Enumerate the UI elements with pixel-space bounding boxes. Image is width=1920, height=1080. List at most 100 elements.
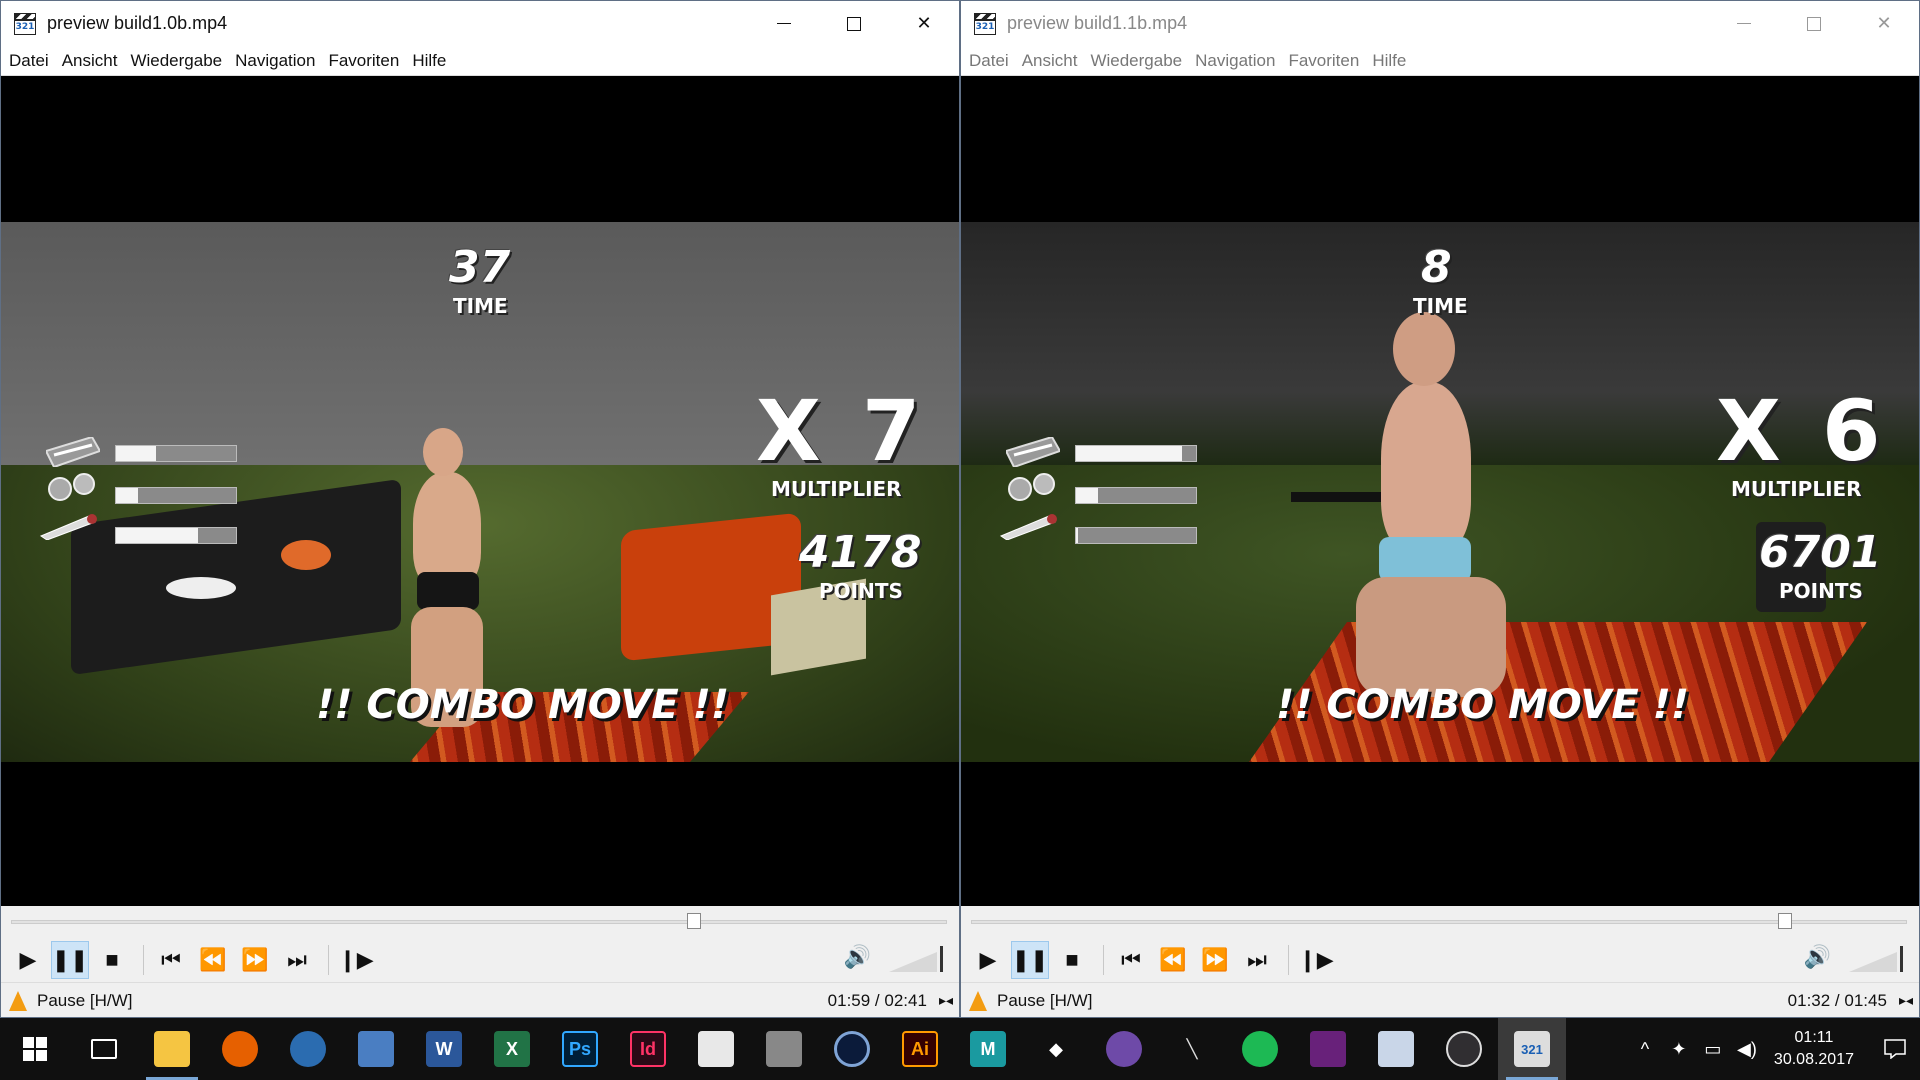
menu-wiedergabe[interactable]: Wiedergabe: [130, 51, 222, 71]
fast-forward-button[interactable]: ⏩: [1196, 941, 1234, 979]
menu-navigation[interactable]: Navigation: [1195, 51, 1275, 71]
play-button[interactable]: ▶: [969, 941, 1007, 979]
taskbar-illustrator[interactable]: Ai: [886, 1018, 954, 1080]
taskbar-maya[interactable]: M: [954, 1018, 1022, 1080]
menu-ansicht[interactable]: Ansicht: [1022, 51, 1078, 71]
scene-cushion: [166, 577, 236, 599]
next-button[interactable]: ⏭: [1238, 941, 1276, 979]
clock[interactable]: 01:11 30.08.2017: [1774, 1027, 1854, 1071]
frame-step-button[interactable]: ❙▶: [1297, 941, 1335, 979]
menu-wiedergabe[interactable]: Wiedergabe: [1090, 51, 1182, 71]
stop-button[interactable]: ■: [1053, 941, 1091, 979]
volume-icon[interactable]: ◀): [1730, 1039, 1764, 1060]
time-label: TIME: [1413, 294, 1468, 318]
action-center-button[interactable]: [1870, 1018, 1920, 1080]
previous-button[interactable]: ⏮: [1112, 941, 1150, 979]
taskbar-visual-studio[interactable]: [1294, 1018, 1362, 1080]
task-view-button[interactable]: [70, 1018, 138, 1080]
next-icon: ⏭: [1247, 947, 1267, 972]
seek-bar[interactable]: [11, 913, 947, 929]
pause-button[interactable]: ❚❚: [1011, 941, 1049, 979]
close-button[interactable]: ✕: [1849, 1, 1919, 46]
menu-ansicht[interactable]: Ansicht: [62, 51, 118, 71]
paint-icon: [698, 1031, 734, 1067]
volume-knob[interactable]: [1900, 946, 1903, 972]
mpc-app-icon: 321: [13, 12, 39, 36]
pause-button[interactable]: ❚❚: [51, 941, 89, 979]
menu-hilfe[interactable]: Hilfe: [412, 51, 446, 71]
inventory-bar-fill: [1076, 488, 1098, 503]
seek-handle[interactable]: [1777, 913, 1792, 929]
taskbar-app-grey[interactable]: [750, 1018, 818, 1080]
menu-navigation[interactable]: Navigation: [235, 51, 315, 71]
maximize-button[interactable]: [819, 1, 889, 46]
start-button[interactable]: [0, 1018, 70, 1080]
illustrator-icon: Ai: [902, 1031, 938, 1067]
volume-knob[interactable]: [940, 946, 943, 972]
dropbox-icon[interactable]: ✦: [1662, 1039, 1696, 1060]
close-button[interactable]: ✕: [889, 1, 959, 46]
taskbar-indesign[interactable]: Id: [614, 1018, 682, 1080]
player-window-left[interactable]: 321 preview build1.0b.mp4 ✕ Datei Ansich…: [0, 0, 960, 1018]
taskbar-firefox[interactable]: [206, 1018, 274, 1080]
next-button[interactable]: ⏭: [278, 941, 316, 979]
pills-icon: [46, 472, 100, 502]
taskbar-unity[interactable]: ◆: [1022, 1018, 1090, 1080]
minimize-button[interactable]: [749, 1, 819, 46]
combo-banner: !! COMBO MOVE !!: [316, 682, 730, 728]
taskbar-spotify[interactable]: [1226, 1018, 1294, 1080]
resize-grip-icon[interactable]: ▸◂: [1899, 992, 1913, 1009]
resize-grip-icon[interactable]: ▸◂: [939, 992, 953, 1009]
menu-favoriten[interactable]: Favoriten: [328, 51, 399, 71]
time-value: 8: [1421, 242, 1452, 293]
rewind-button[interactable]: ⏪: [1154, 941, 1192, 979]
play-button[interactable]: ▶: [9, 941, 47, 979]
stop-button[interactable]: ■: [93, 941, 131, 979]
playback-controls: ▶ ❚❚ ■ ⏮ ⏪ ⏩ ⏭ ❙▶ 🔊: [961, 906, 1919, 982]
taskbar-file-explorer[interactable]: [138, 1018, 206, 1080]
taskbar-thunderbird[interactable]: [274, 1018, 342, 1080]
indesign-icon: Id: [630, 1031, 666, 1067]
points-label: POINTS: [819, 579, 903, 603]
remote-desktop-icon: [358, 1031, 394, 1067]
windows-logo-icon: [23, 1037, 47, 1061]
multiplier-value: X 6: [1716, 382, 1887, 480]
taskbar-mpc-player[interactable]: 321: [1498, 1018, 1566, 1080]
minimize-button[interactable]: [1709, 1, 1779, 46]
taskbar-pen-tool[interactable]: ╲: [1158, 1018, 1226, 1080]
taskbar-word[interactable]: W: [410, 1018, 478, 1080]
speaker-icon[interactable]: 🔊: [1804, 944, 1831, 970]
video-area[interactable]: 8 TIME X 6 MULTIPLIER 6701 POINTS !! COM…: [961, 76, 1919, 906]
menu-bar: Datei Ansicht Wiedergabe Navigation Favo…: [1, 46, 959, 76]
menu-datei[interactable]: Datei: [969, 51, 1009, 71]
menu-hilfe[interactable]: Hilfe: [1372, 51, 1406, 71]
chevron-up-icon[interactable]: ^: [1628, 1039, 1662, 1060]
taskbar-cinema4d[interactable]: [818, 1018, 886, 1080]
taskbar-photoshop[interactable]: Ps: [546, 1018, 614, 1080]
fast-forward-button[interactable]: ⏩: [236, 941, 274, 979]
title-bar[interactable]: 321 preview build1.0b.mp4 ✕: [1, 1, 959, 46]
points-value: 6701: [1759, 527, 1882, 578]
volume-slider[interactable]: [1849, 942, 1905, 972]
menu-datei[interactable]: Datei: [9, 51, 49, 71]
taskbar-remote-desktop[interactable]: [342, 1018, 410, 1080]
seek-bar[interactable]: [971, 913, 1907, 929]
player-window-right[interactable]: 321 preview build1.1b.mp4 ✕ Datei Ansich…: [960, 0, 1920, 1018]
taskbar-preview-app[interactable]: [1362, 1018, 1430, 1080]
volume-slider[interactable]: [889, 942, 945, 972]
speaker-icon[interactable]: 🔊: [844, 944, 871, 970]
video-area[interactable]: 37 TIME X 7 MULTIPLIER 4178 POINTS !! CO…: [1, 76, 959, 906]
maximize-button[interactable]: [1779, 1, 1849, 46]
taskbar-excel[interactable]: X: [478, 1018, 546, 1080]
taskbar-github[interactable]: [1090, 1018, 1158, 1080]
menu-favoriten[interactable]: Favoriten: [1288, 51, 1359, 71]
seek-handle[interactable]: [686, 913, 701, 929]
rewind-button[interactable]: ⏪: [194, 941, 232, 979]
previous-button[interactable]: ⏮: [152, 941, 190, 979]
title-bar[interactable]: 321 preview build1.1b.mp4 ✕: [961, 1, 1919, 46]
taskbar-paint[interactable]: [682, 1018, 750, 1080]
frame-step-button[interactable]: ❙▶: [337, 941, 375, 979]
clock-date: 30.08.2017: [1773, 1051, 1854, 1068]
network-icon[interactable]: ▭: [1696, 1039, 1730, 1060]
taskbar-obs[interactable]: [1430, 1018, 1498, 1080]
